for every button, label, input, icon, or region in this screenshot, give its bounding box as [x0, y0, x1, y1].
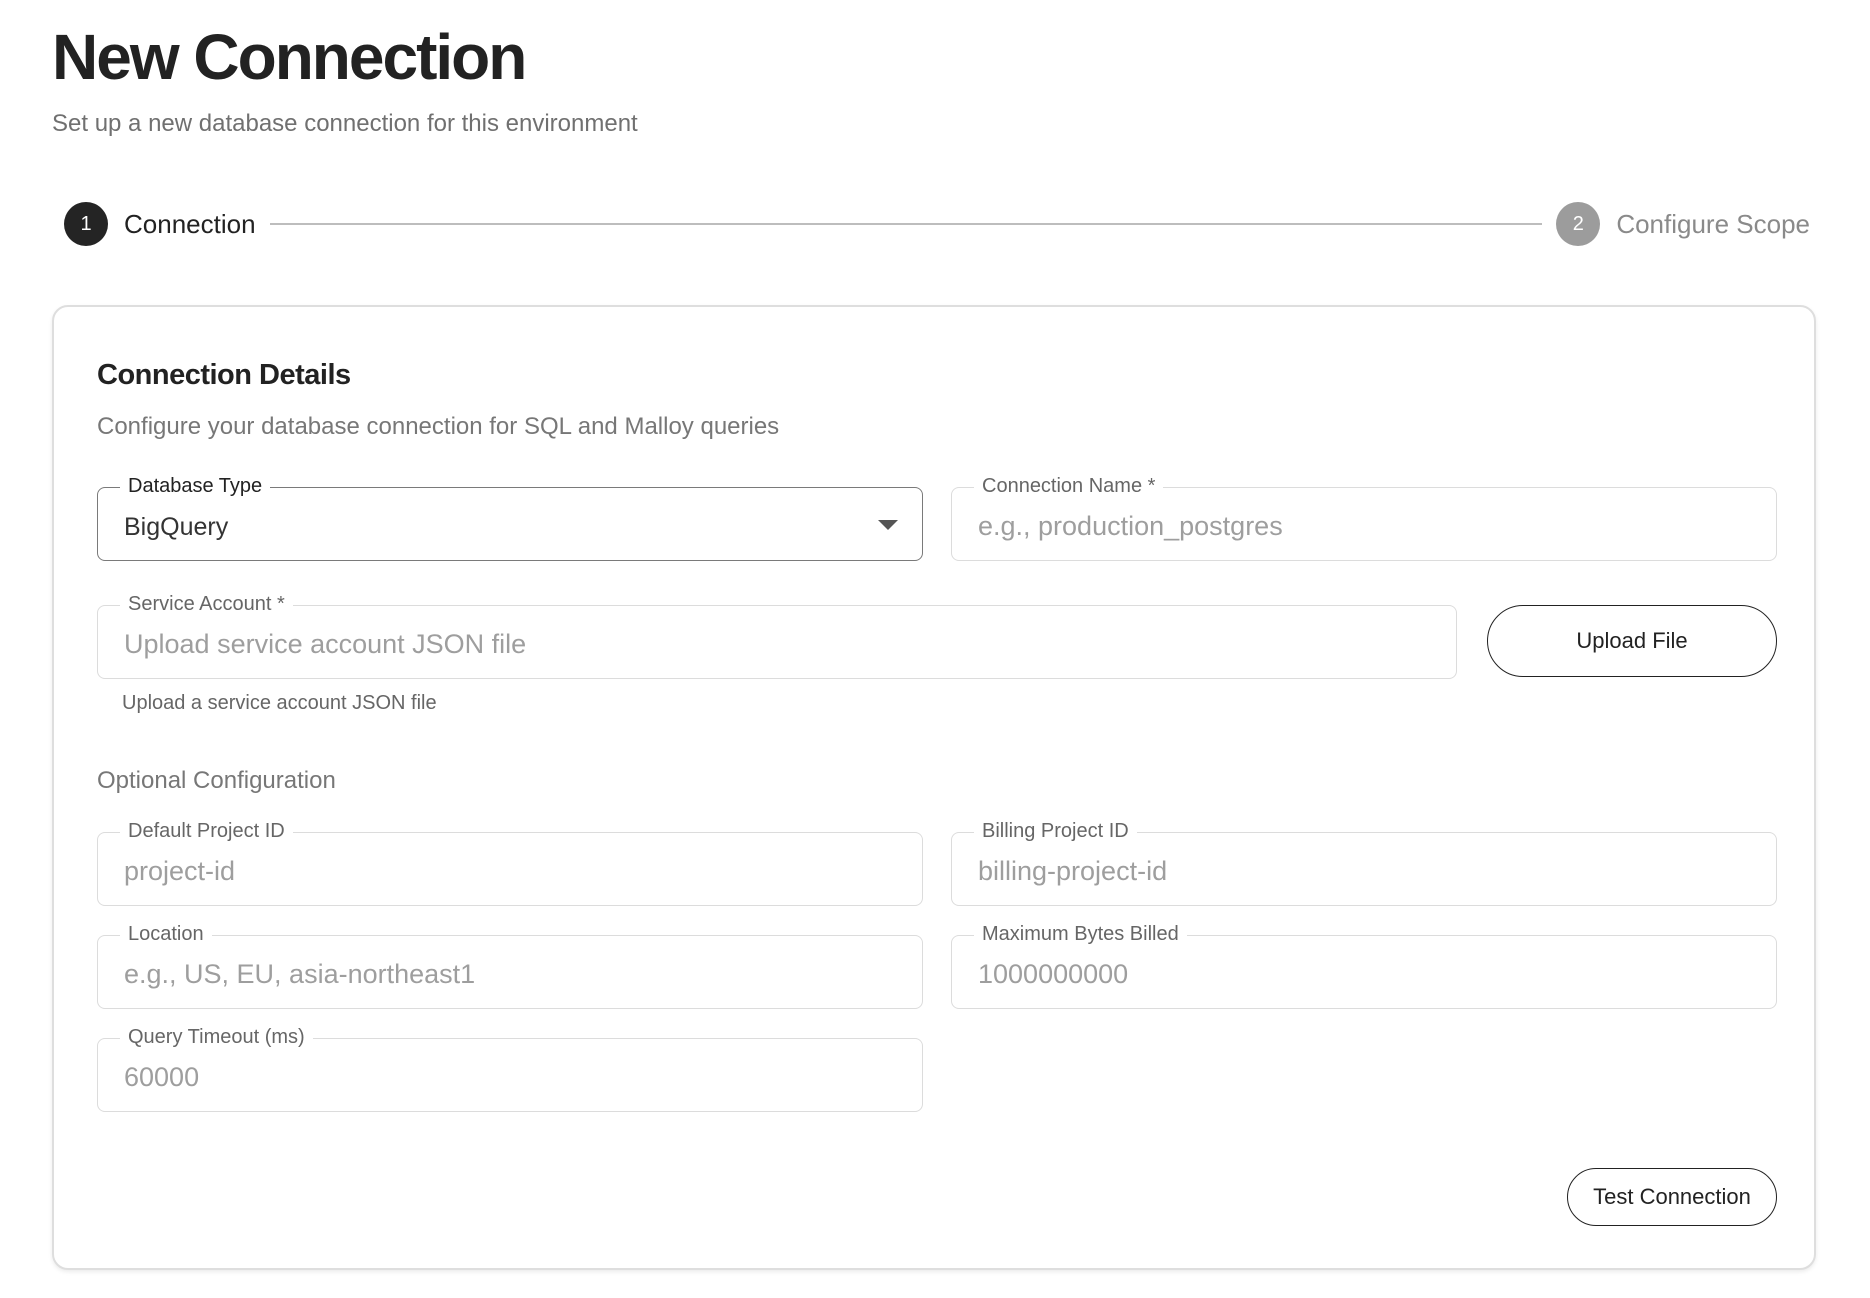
stepper-connector: [269, 223, 1543, 225]
optional-configuration-heading: Optional Configuration: [97, 767, 336, 794]
service-account-helper-text: Upload a service account JSON file: [122, 692, 437, 714]
connection-name-placeholder: e.g., production_postgres: [978, 511, 1283, 541]
stepper: 1 Connection 2 Configure Scope: [64, 202, 1810, 246]
default-project-id-placeholder: project-id: [124, 856, 236, 886]
connection-name-label: Connection Name *: [974, 473, 1164, 499]
maximum-bytes-billed-placeholder: 1000000000: [978, 959, 1129, 989]
page-subtitle: Set up a new database connection for thi…: [52, 110, 638, 137]
location-placeholder: e.g., US, EU, asia-northeast1: [124, 959, 476, 989]
step-label: Configure Scope: [1616, 208, 1810, 239]
query-timeout-placeholder: 60000: [124, 1062, 200, 1092]
database-type-select[interactable]: Database Type BigQuery: [97, 473, 923, 561]
service-account-placeholder: Upload service account JSON file: [124, 629, 527, 659]
service-account-field[interactable]: Service Account * Upload service account…: [97, 591, 1457, 679]
connection-details-card: Connection Details Configure your databa…: [52, 305, 1816, 1270]
card-description: Configure your database connection for S…: [97, 413, 780, 440]
default-project-id-field[interactable]: Default Project ID project-id: [97, 818, 923, 906]
page-title: New Connection: [52, 21, 527, 93]
card-title: Connection Details: [97, 359, 351, 391]
chevron-down-icon: [878, 520, 898, 530]
connection-name-field[interactable]: Connection Name * e.g., production_postg…: [951, 473, 1777, 561]
database-type-value: BigQuery: [124, 513, 229, 541]
billing-project-id-placeholder: billing-project-id: [978, 856, 1168, 886]
maximum-bytes-billed-label: Maximum Bytes Billed: [974, 921, 1187, 947]
step-connection[interactable]: 1 Connection: [64, 202, 256, 246]
service-account-label: Service Account *: [120, 591, 293, 617]
billing-project-id-field[interactable]: Billing Project ID billing-project-id: [951, 818, 1777, 906]
query-timeout-field[interactable]: Query Timeout (ms) 60000: [97, 1024, 923, 1112]
location-field[interactable]: Location e.g., US, EU, asia-northeast1: [97, 921, 923, 1009]
database-type-label: Database Type: [120, 473, 271, 499]
step-number-badge: 1: [64, 202, 108, 246]
maximum-bytes-billed-field[interactable]: Maximum Bytes Billed 1000000000: [951, 921, 1777, 1009]
step-label: Connection: [124, 208, 256, 239]
upload-file-button[interactable]: Upload File: [1487, 605, 1777, 677]
location-label: Location: [120, 921, 212, 947]
billing-project-id-label: Billing Project ID: [974, 818, 1137, 844]
query-timeout-label: Query Timeout (ms): [120, 1024, 313, 1050]
test-connection-button[interactable]: Test Connection: [1567, 1168, 1777, 1226]
default-project-id-label: Default Project ID: [120, 818, 293, 844]
step-configure-scope[interactable]: 2 Configure Scope: [1556, 202, 1810, 246]
step-number-badge: 2: [1556, 202, 1601, 246]
new-connection-page: New Connection Set up a new database con…: [0, 0, 1870, 1298]
